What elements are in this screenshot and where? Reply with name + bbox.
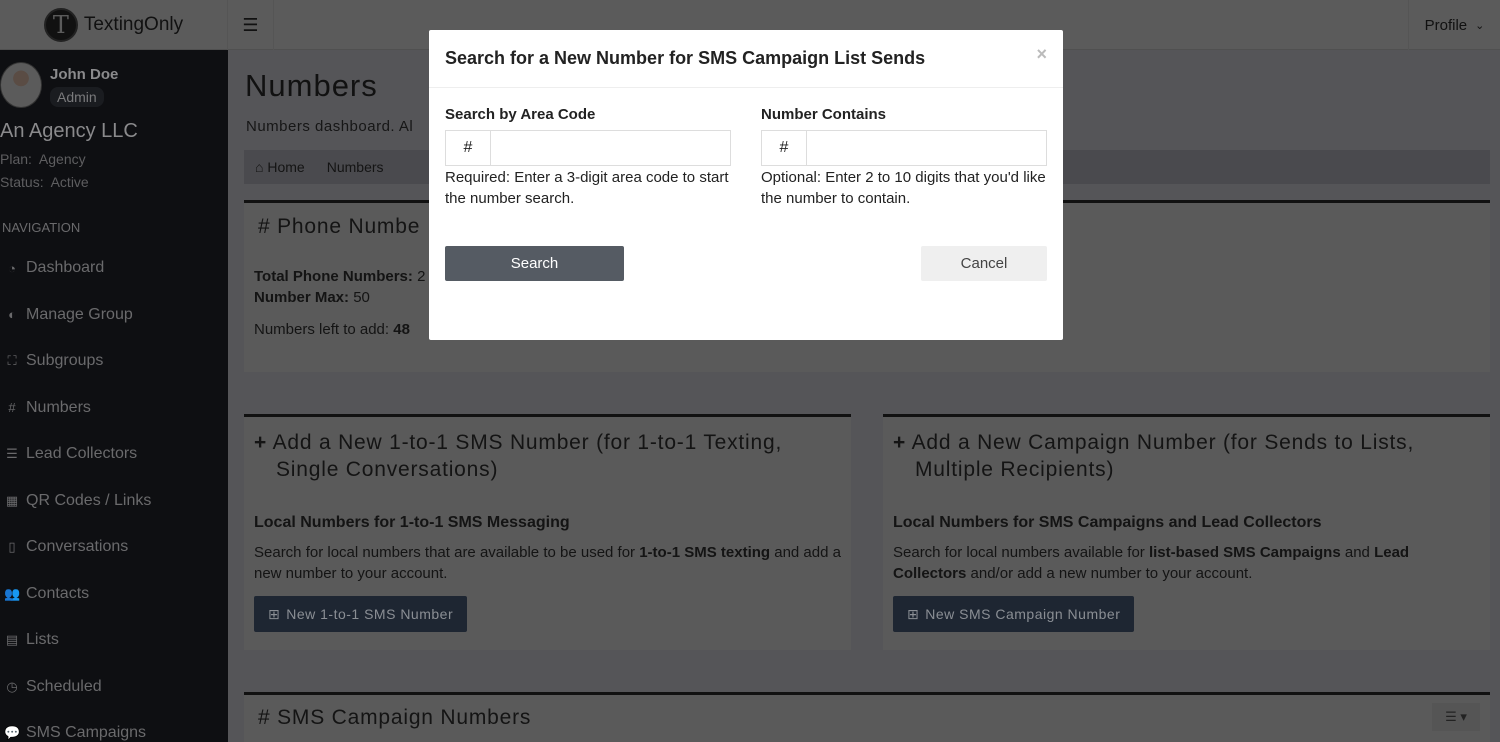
sidebar-item-subgroups[interactable]: ⛶ Subgroups <box>4 352 103 370</box>
campaign-numbers-title: # SMS Campaign Numbers <box>258 706 532 729</box>
sidebar-item-label: Numbers <box>26 398 91 416</box>
sidebar-item-qr-codes-links[interactable]: ▦ QR Codes / Links <box>4 491 152 510</box>
area-code-group: Search by Area Code # Required: Enter a … <box>445 106 731 209</box>
hash-icon: # <box>8 400 16 415</box>
plus-square-icon: ⊞ <box>268 605 281 622</box>
sidebar-item-lead-collectors[interactable]: ☰ Lead Collectors <box>4 445 137 463</box>
sidebar-item-dashboard[interactable]: ◔ Dashboard <box>4 259 104 277</box>
contains-label: Number Contains <box>761 106 887 123</box>
brand[interactable]: T TextingOnly <box>0 0 228 50</box>
sidebar-item-label: Lead Collectors <box>26 445 138 462</box>
sidebar-item-manage-group[interactable]: ◐ Manage Group <box>4 306 133 324</box>
qrcode-icon: ▦ <box>5 492 19 508</box>
status: Status: Active <box>0 174 89 190</box>
campaign-title: + Add a New Campaign Number (for Sends t… <box>893 431 1415 481</box>
users-icon: 👥 <box>4 585 21 601</box>
search-number-modal: Search for a New Number for SMS Campaign… <box>429 30 1063 340</box>
campaign-numbers-card: # SMS Campaign Numbers ☰ ▾ <box>244 692 1490 742</box>
new-campaign-number-button[interactable]: ⊞ New SMS Campaign Number <box>893 596 1135 632</box>
sidebar-item-lists[interactable]: ▤ Lists <box>4 631 59 649</box>
nav-heading: NAVIGATION <box>2 220 81 235</box>
sidebar-item-label: Dashboard <box>26 259 105 276</box>
hash-icon: # <box>446 131 491 165</box>
menu-toggle-icon[interactable]: ☰ <box>228 0 274 50</box>
modal-title: Search for a New Number for SMS Campaign… <box>429 30 1063 88</box>
sidebar-item-sms-campaigns[interactable]: 💬 SMS Campaigns <box>4 724 146 742</box>
sidebar-item-label: SMS Campaigns <box>26 724 147 741</box>
chevron-down-icon: ⌄ <box>1475 19 1485 32</box>
campaign-heading: Local Numbers for SMS Campaigns and Lead… <box>893 514 1322 531</box>
profile-menu[interactable]: Profile ⌄ <box>1408 0 1500 50</box>
sidebar-item-contacts[interactable]: 👥 Contacts <box>4 585 89 603</box>
breadcrumb-current: Numbers <box>326 159 384 175</box>
one-to-one-card: + Add a New 1-to-1 SMS Number (for 1-to-… <box>244 414 851 650</box>
profile-label: Profile <box>1424 16 1468 34</box>
comments-icon: 💬 <box>4 725 21 740</box>
card-menu-button[interactable]: ☰ ▾ <box>1432 703 1480 731</box>
phone-card-title: # Phone Numbe <box>258 215 421 238</box>
sidebar-item-label: Conversations <box>26 538 129 555</box>
campaign-card: + Add a New Campaign Number (for Sends t… <box>883 414 1490 650</box>
avatar <box>0 62 42 108</box>
sidebar-item-label: Manage Group <box>26 305 133 323</box>
tachometer-icon: ◔ <box>8 260 16 276</box>
sidebar: John Doe Admin An Agency LLC Plan: Agenc… <box>0 50 228 742</box>
adjust-icon: ◐ <box>8 307 16 322</box>
sidebar-item-label: Contacts <box>26 584 90 602</box>
list-icon: ▤ <box>5 632 19 647</box>
contains-input[interactable] <box>807 131 1046 165</box>
sidebar-item-numbers[interactable]: # Numbers <box>4 399 91 417</box>
one-to-one-title: + Add a New 1-to-1 SMS Number (for 1-to-… <box>254 431 783 481</box>
user-info: John Doe Admin <box>0 62 118 108</box>
contains-help: Optional: Enter 2 to 10 digits that you'… <box>761 169 1046 207</box>
area-code-label: Search by Area Code <box>445 106 596 123</box>
sidebar-item-label: Subgroups <box>26 352 104 369</box>
plan: Plan: Agency <box>0 151 86 167</box>
total-numbers: Total Phone Numbers: 2 Number Max: 50 <box>254 268 426 306</box>
breadcrumb-home[interactable]: ⌂ Home <box>255 159 305 175</box>
sidebar-item-label: QR Codes / Links <box>26 491 152 509</box>
clock-icon: ◷ <box>6 678 18 694</box>
sitemap-icon: ⛶ <box>7 353 17 368</box>
page-title: Numbers <box>245 68 378 103</box>
user-name: John Doe <box>50 66 119 83</box>
search-button[interactable]: Search <box>445 246 624 281</box>
one-to-one-heading: Local Numbers for 1-to-1 SMS Messaging <box>254 514 570 531</box>
sidebar-item-scheduled[interactable]: ◷ Scheduled <box>4 677 102 696</box>
contains-group: Number Contains # Optional: Enter 2 to 1… <box>761 106 1047 209</box>
cancel-button[interactable]: Cancel <box>921 246 1047 281</box>
brand-name: TextingOnly <box>83 14 184 35</box>
agency-name: An Agency LLC <box>0 120 138 142</box>
role-badge: Admin <box>50 87 104 107</box>
campaign-desc: Search for local numbers available for l… <box>893 544 1410 582</box>
page-subtitle: Numbers dashboard. Al <box>246 118 414 135</box>
numbers-left: Numbers left to add: 48 <box>254 321 410 338</box>
new-one-to-one-button[interactable]: ⊞ New 1-to-1 SMS Number <box>254 596 468 632</box>
sidebar-item-conversations[interactable]: ▯ Conversations <box>4 538 128 556</box>
hash-icon: # <box>762 131 807 165</box>
close-icon[interactable]: × <box>1036 44 1047 65</box>
area-code-help: Required: Enter a 3-digit area code to s… <box>445 169 729 207</box>
database-icon: ☰ <box>6 446 18 461</box>
logo: T <box>43 8 78 42</box>
area-code-input[interactable] <box>491 131 730 165</box>
plus-square-icon: ⊞ <box>907 605 920 622</box>
one-to-one-desc: Search for local numbers that are availa… <box>254 544 841 582</box>
sidebar-item-label: Scheduled <box>26 677 102 695</box>
home-icon: ⌂ <box>255 159 264 175</box>
mobile-icon: ▯ <box>8 539 16 554</box>
sidebar-item-label: Lists <box>26 631 59 648</box>
